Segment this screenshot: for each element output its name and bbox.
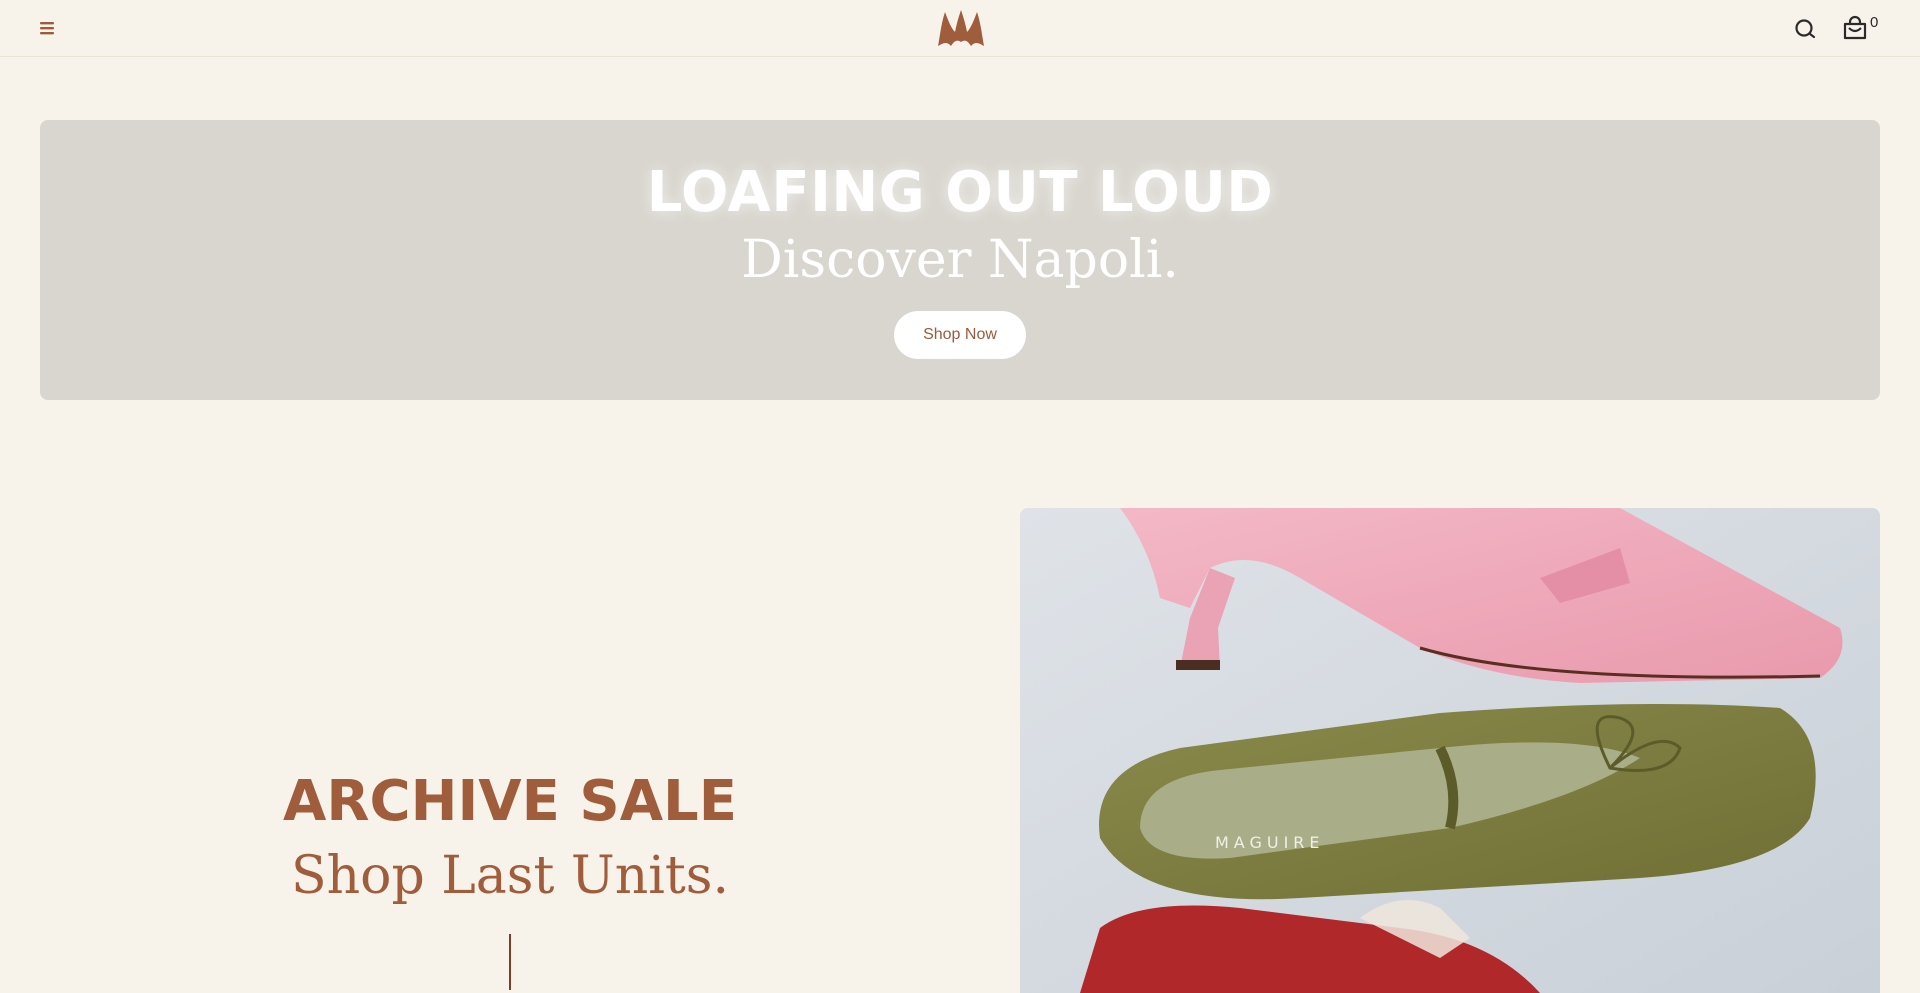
hero-banner: LOAFING OUT LOUD Discover Napoli. Shop N… [40, 120, 1880, 400]
shop-now-button[interactable]: Shop Now [894, 311, 1026, 359]
hamburger-menu-icon [40, 22, 54, 35]
hero-subtitle: Discover Napoli. [741, 230, 1179, 290]
site-header: 0 [0, 0, 1920, 57]
cart-button[interactable] [1842, 15, 1868, 41]
promo-subtitle: Shop Last Units. [291, 846, 729, 906]
search-icon [1795, 19, 1816, 39]
menu-button[interactable] [38, 18, 58, 38]
promo-title: ARCHIVE SALE [283, 769, 737, 834]
hero-title: LOAFING OUT LOUD [646, 160, 1274, 225]
promo-text-block: ARCHIVE SALE Shop Last Units. [0, 760, 1020, 908]
shoes-photo: MAGUIRE [1020, 508, 1880, 993]
cart-count-badge: 0 [1870, 14, 1879, 31]
shopping-bag-icon [1843, 15, 1867, 40]
promo-shoes-image[interactable]: MAGUIRE [1020, 508, 1880, 993]
brand-logo[interactable] [935, 8, 987, 48]
shoe-brand-text: MAGUIRE [1215, 833, 1325, 852]
brand-logo-icon [938, 10, 984, 46]
promo-divider-line [509, 934, 511, 990]
search-button[interactable] [1793, 16, 1819, 42]
